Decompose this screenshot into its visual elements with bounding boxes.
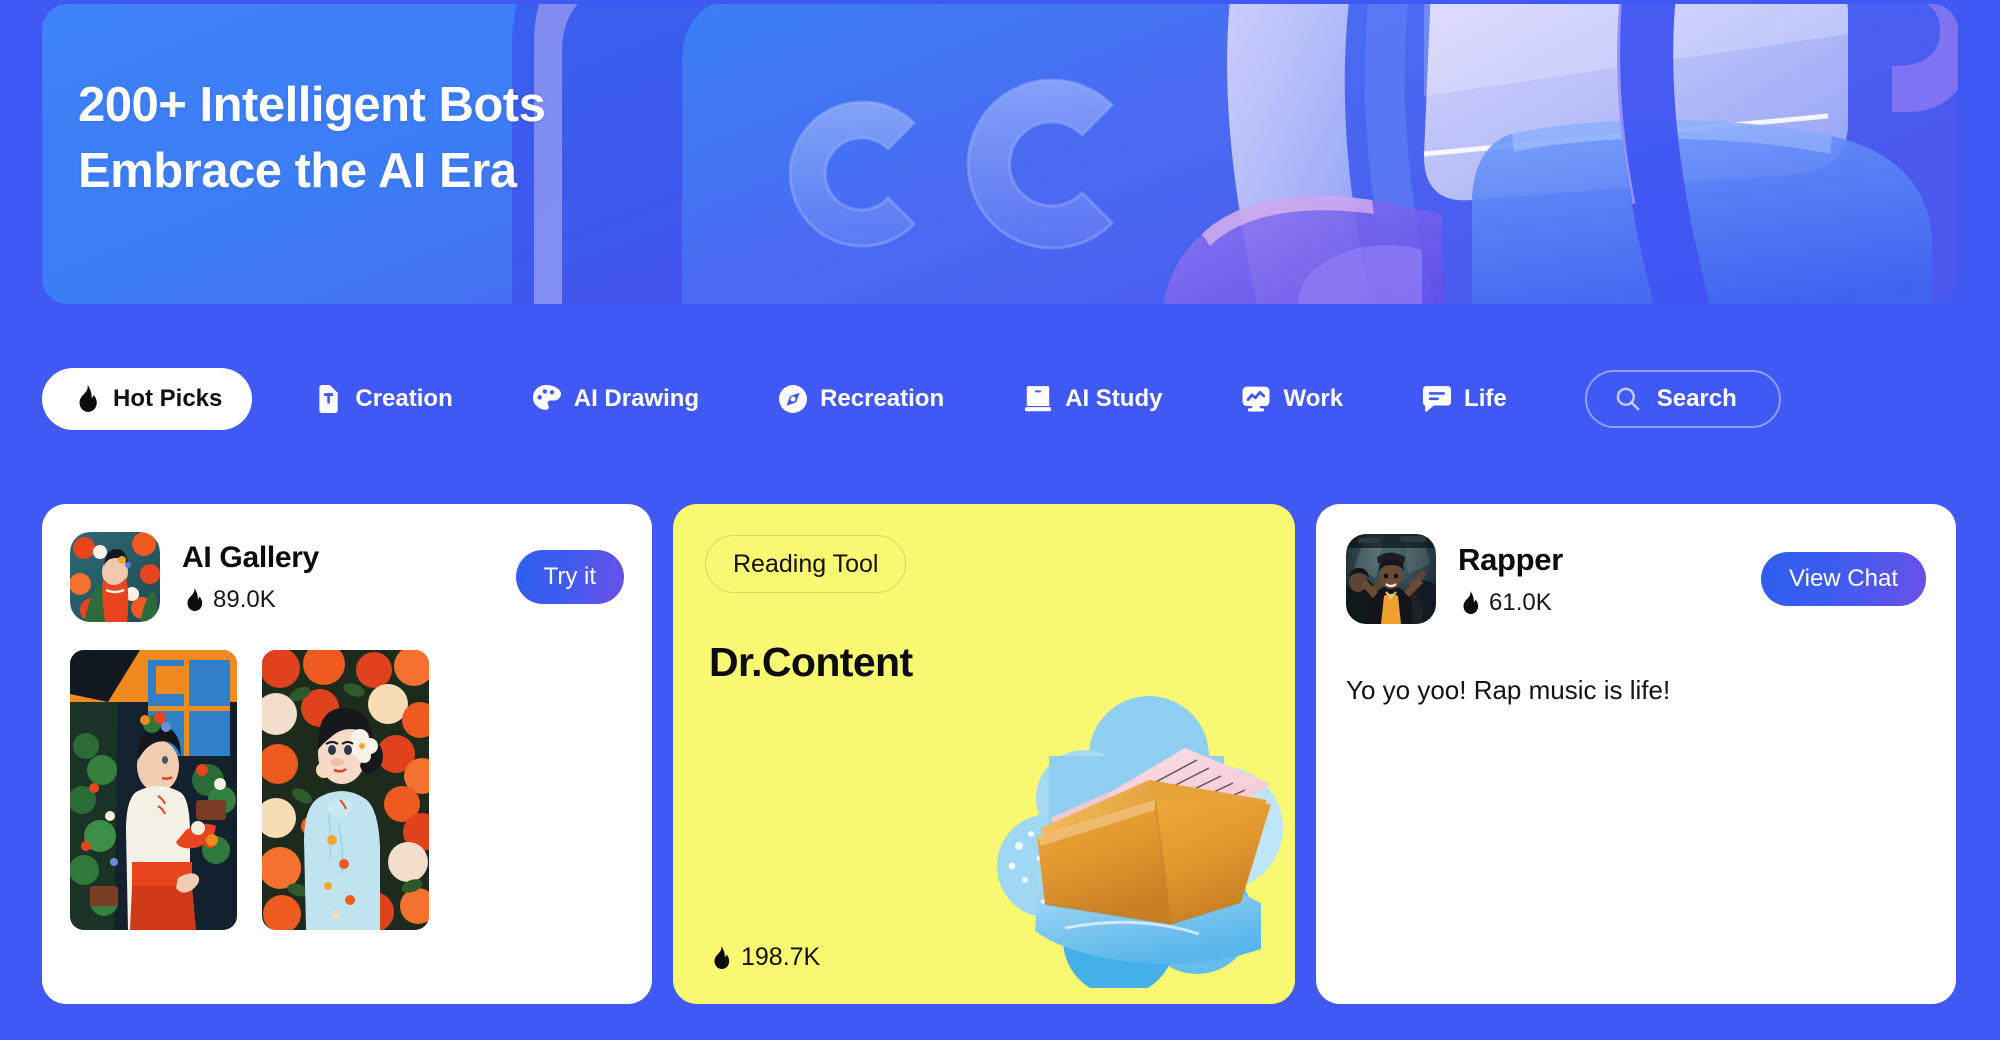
try-it-button[interactable]: Try it — [515, 550, 624, 604]
popularity-stat: 198.7K — [709, 943, 820, 972]
tab-ai-study[interactable]: AI Study — [998, 368, 1188, 430]
tab-label: Life — [1464, 385, 1507, 412]
tab-hot-picks[interactable]: Hot Picks — [42, 368, 253, 430]
stat-value: 89.0K — [213, 586, 276, 613]
stat-value: 198.7K — [741, 943, 821, 971]
bot-card-ai-gallery[interactable]: AI Gallery 89.0K Try it — [42, 504, 652, 1004]
tab-recreation[interactable]: Recreation — [753, 368, 970, 430]
card-title-block: AI Gallery 89.0K — [182, 540, 494, 614]
bot-name: Rapper — [1458, 542, 1564, 578]
search-label: Search — [1656, 385, 1737, 412]
search-icon — [1615, 386, 1641, 412]
tab-label: Recreation — [820, 385, 945, 412]
card-header: Rapper 61.0K View Chat — [1346, 534, 1926, 624]
bot-card-dr-content[interactable]: Reading Tool Dr.Content 198.7K — [673, 504, 1295, 1004]
tab-work[interactable]: Work — [1216, 368, 1369, 430]
monitor-chart-icon — [1242, 385, 1270, 413]
gallery-thumbnails — [70, 650, 624, 930]
flame-icon — [1458, 590, 1480, 615]
card-header: AI Gallery 89.0K Try it — [70, 532, 624, 622]
bot-card-list: AI Gallery 89.0K Try it Reading Tool Dr.… — [42, 504, 1958, 1004]
popularity-stat: 61.0K — [1458, 589, 1739, 617]
hero-title-line-2: Embrace the AI Era — [78, 144, 517, 199]
tab-label: Work — [1283, 385, 1344, 412]
hero-banner: 200+ Intelligent Bots Embrace the AI Era — [42, 4, 1958, 304]
category-tag: Reading Tool — [705, 535, 907, 593]
book-folder-illustration — [979, 688, 1289, 988]
avatar — [1346, 534, 1436, 624]
tab-label: AI Study — [1065, 385, 1163, 412]
flame-icon — [72, 385, 100, 413]
flame-icon — [182, 588, 204, 612]
card-title-block: Rapper 61.0K — [1458, 541, 1739, 616]
book-icon — [1024, 385, 1052, 413]
stat-value: 61.0K — [1489, 588, 1552, 616]
hero-title-line-1: 200+ Intelligent Bots — [78, 78, 546, 132]
tab-ai-drawing[interactable]: AI Drawing — [507, 368, 725, 430]
tab-label: AI Drawing — [573, 385, 700, 412]
document-t-icon — [314, 385, 342, 413]
hero-title: 200+ Intelligent Bots Embrace the AI Era — [78, 72, 546, 204]
tab-creation[interactable]: Creation — [288, 368, 478, 430]
palette-icon — [532, 385, 561, 413]
tab-label: Hot Picks — [113, 385, 223, 412]
bot-card-rapper[interactable]: Rapper 61.0K View Chat Yo yo yoo! Rap mu… — [1316, 504, 1956, 1004]
popularity-stat: 89.0K — [182, 586, 494, 614]
gallery-thumb[interactable] — [262, 650, 429, 930]
gallery-thumb[interactable] — [70, 650, 237, 930]
tab-life[interactable]: Life — [1397, 368, 1533, 430]
tab-label: Creation — [355, 385, 453, 412]
chat-preview-message: Yo yo yoo! Rap music is life! — [1346, 675, 1671, 705]
bot-name: AI Gallery — [182, 541, 320, 574]
avatar — [70, 532, 160, 622]
chat-bubble-icon — [1423, 385, 1452, 413]
view-chat-button[interactable]: View Chat — [1761, 552, 1926, 606]
bot-name: Dr.Content — [709, 639, 913, 685]
category-tabs: Hot Picks Creation AI Drawing Recreation — [42, 368, 1781, 430]
app-root: 200+ Intelligent Bots Embrace the AI Era… — [0, 0, 2000, 1040]
compass-icon — [779, 385, 808, 413]
search-input[interactable]: Search — [1584, 370, 1781, 428]
flame-icon — [709, 945, 731, 970]
